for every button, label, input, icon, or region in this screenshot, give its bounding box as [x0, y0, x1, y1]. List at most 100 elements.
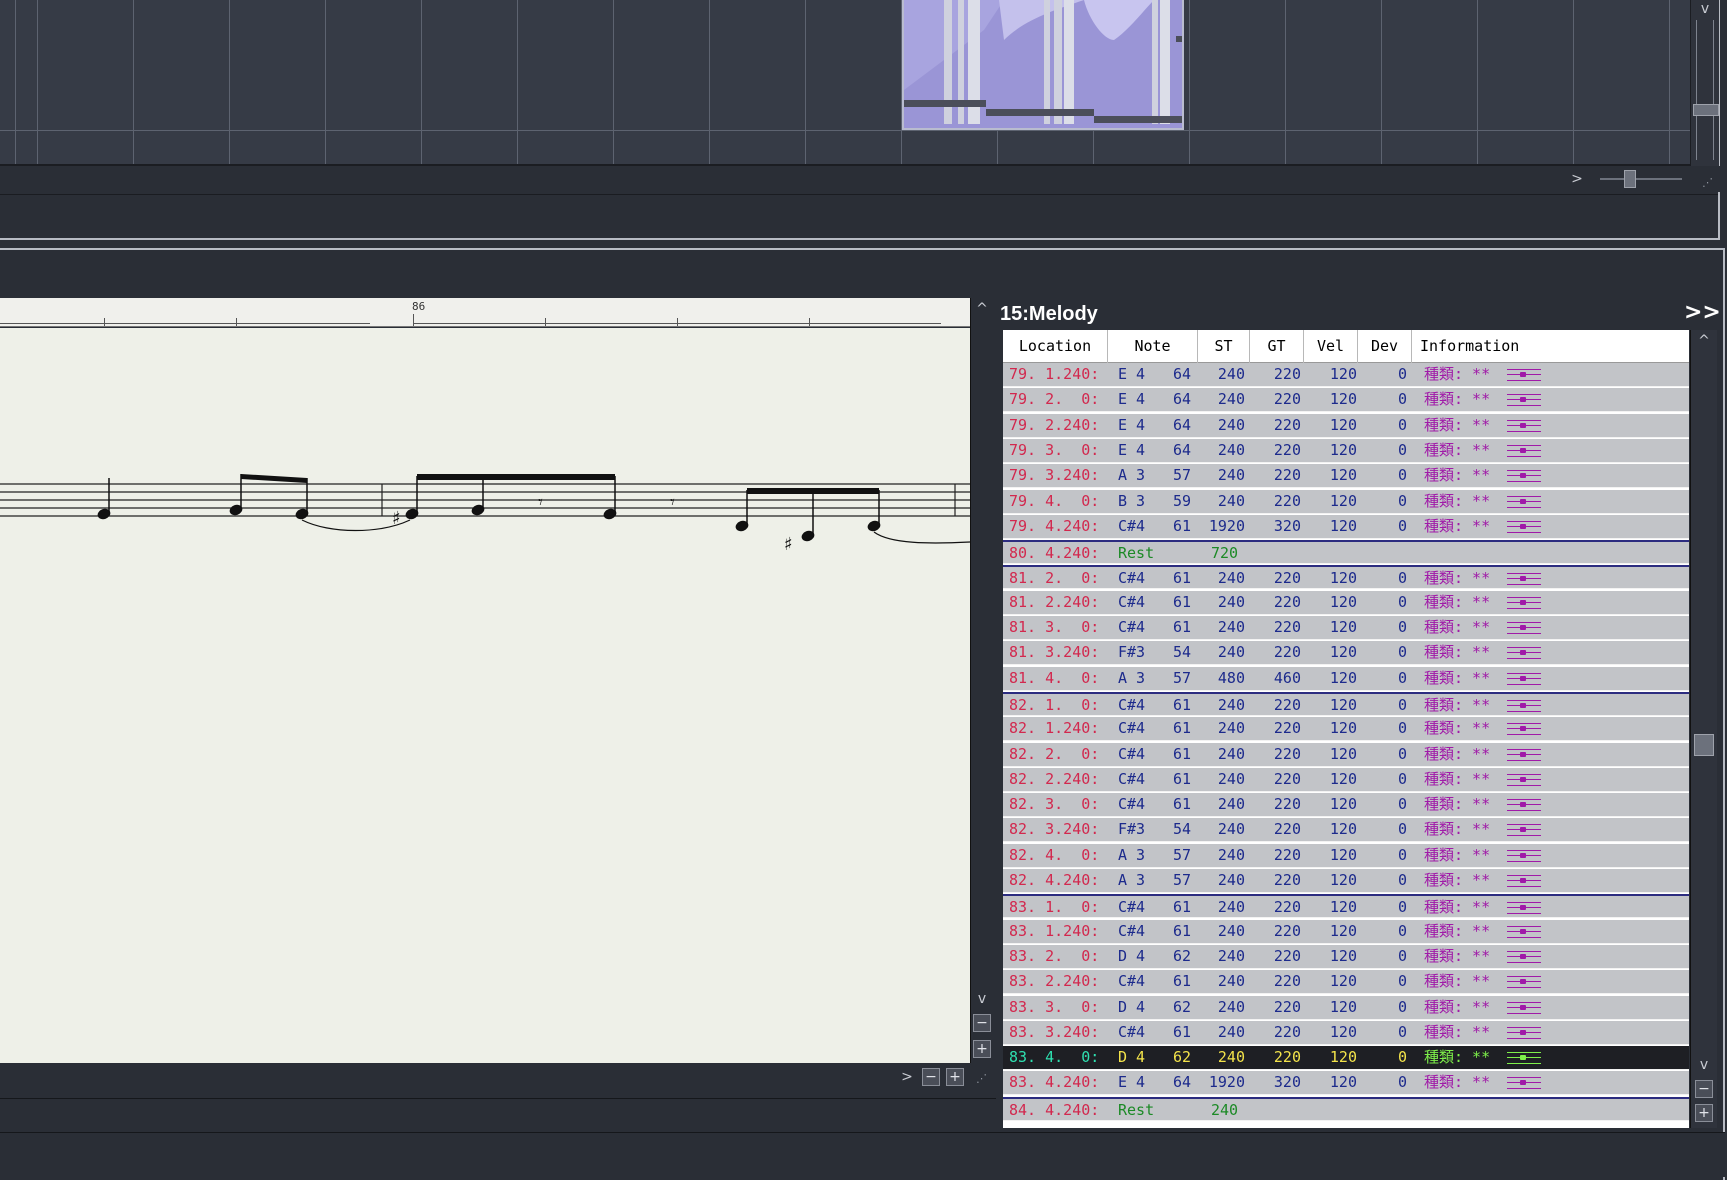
- event-gate-time[interactable]: 220: [1251, 996, 1301, 1020]
- event-note-name[interactable]: A 3: [1118, 667, 1152, 691]
- event-note-name[interactable]: B 3: [1118, 490, 1152, 514]
- slider-icon[interactable]: [1507, 494, 1541, 510]
- event-information[interactable]: 種類: **: [1424, 970, 1490, 994]
- event-location[interactable]: 82. 1. 0:: [1009, 694, 1101, 718]
- event-note-name[interactable]: F#3: [1118, 641, 1152, 665]
- event-note-number[interactable]: 61: [1153, 717, 1191, 741]
- event-row[interactable]: 81. 2. 0: C#4 61 240 220 120 0 種類: **: [1003, 565, 1689, 589]
- event-location[interactable]: 83. 2. 0:: [1009, 945, 1101, 969]
- event-row[interactable]: 79. 3. 0: E 4 64 240 220 120 0 種類: **: [1003, 439, 1689, 463]
- event-list-vertical-scrollbar[interactable]: ^ v − +: [1690, 330, 1717, 1128]
- event-location[interactable]: 79. 2.240:: [1009, 414, 1101, 438]
- event-row[interactable]: 83. 2. 0: D 4 62 240 220 120 0 種類: **: [1003, 945, 1689, 969]
- event-note-name[interactable]: C#4: [1118, 567, 1152, 591]
- event-note-number[interactable]: 64: [1153, 414, 1191, 438]
- event-deviation[interactable]: 0: [1361, 591, 1407, 615]
- event-velocity[interactable]: 120: [1303, 717, 1357, 741]
- event-gate-time[interactable]: 220: [1251, 717, 1301, 741]
- slider-icon[interactable]: [1507, 645, 1541, 661]
- slider-icon[interactable]: [1507, 392, 1541, 408]
- event-deviation[interactable]: 0: [1361, 641, 1407, 665]
- event-information[interactable]: 種類: **: [1424, 1046, 1490, 1070]
- event-note-number[interactable]: 61: [1153, 515, 1191, 539]
- scroll-down-icon[interactable]: v: [1695, 1056, 1713, 1074]
- resize-grip-icon[interactable]: ⋰: [976, 1072, 987, 1085]
- event-note-number[interactable]: 61: [1153, 768, 1191, 792]
- slider-icon[interactable]: [1507, 822, 1541, 838]
- event-deviation[interactable]: 0: [1361, 439, 1407, 463]
- event-note-name[interactable]: D 4: [1118, 996, 1152, 1020]
- event-note-name[interactable]: D 4: [1118, 945, 1152, 969]
- event-information[interactable]: 種類: **: [1424, 388, 1490, 412]
- event-deviation[interactable]: 0: [1361, 970, 1407, 994]
- vertical-zoom-out-button[interactable]: −: [973, 1014, 991, 1032]
- event-note-name[interactable]: A 3: [1118, 844, 1152, 868]
- arrange-hzoom-track[interactable]: [1600, 178, 1682, 180]
- event-deviation[interactable]: 0: [1361, 694, 1407, 718]
- scroll-down-icon[interactable]: v: [1696, 0, 1714, 18]
- event-step-time[interactable]: 1920: [1195, 515, 1245, 539]
- event-information[interactable]: 種類: **: [1424, 743, 1490, 767]
- event-note-number[interactable]: 61: [1153, 694, 1191, 718]
- event-information[interactable]: 種類: **: [1424, 591, 1490, 615]
- arrange-zoom-track[interactable]: [1696, 20, 1714, 160]
- event-note-name[interactable]: C#4: [1118, 970, 1152, 994]
- event-step-time[interactable]: 240: [1195, 920, 1245, 944]
- event-gate-time[interactable]: 220: [1251, 591, 1301, 615]
- event-list-rows[interactable]: 79. 1.240: E 4 64 240 220 120 0 種類: ** 79. 2. 0:…: [1003, 363, 1689, 1128]
- event-velocity[interactable]: 120: [1303, 667, 1357, 691]
- event-row[interactable]: 79. 1.240: E 4 64 240 220 120 0 種類: **: [1003, 363, 1689, 387]
- event-gate-time[interactable]: 220: [1251, 490, 1301, 514]
- event-note-number[interactable]: 57: [1153, 869, 1191, 893]
- slider-icon[interactable]: [1507, 571, 1541, 587]
- event-information[interactable]: 種類: **: [1424, 567, 1490, 591]
- event-note-name[interactable]: D 4: [1118, 1046, 1152, 1070]
- event-location[interactable]: 82. 3.240:: [1009, 818, 1101, 842]
- event-note-number[interactable]: 64: [1153, 388, 1191, 412]
- event-step-time[interactable]: 240: [1195, 768, 1245, 792]
- event-row[interactable]: 82. 2. 0: C#4 61 240 220 120 0 種類: **: [1003, 743, 1689, 767]
- event-row[interactable]: 79. 3.240: A 3 57 240 220 120 0 種類: **: [1003, 464, 1689, 488]
- event-step-time[interactable]: 240: [1195, 844, 1245, 868]
- event-velocity[interactable]: 120: [1303, 490, 1357, 514]
- event-note-number[interactable]: 61: [1153, 970, 1191, 994]
- arrange-grid[interactable]: [0, 0, 1690, 166]
- event-gate-time[interactable]: 220: [1251, 641, 1301, 665]
- event-note-name[interactable]: E 4: [1118, 388, 1152, 412]
- event-location[interactable]: 82. 2.240:: [1009, 768, 1101, 792]
- event-gate-time[interactable]: 220: [1251, 616, 1301, 640]
- event-note-number[interactable]: 59: [1153, 490, 1191, 514]
- event-velocity[interactable]: 120: [1303, 896, 1357, 920]
- event-note-name[interactable]: C#4: [1118, 768, 1152, 792]
- event-velocity[interactable]: 120: [1303, 515, 1357, 539]
- slider-icon[interactable]: [1507, 848, 1541, 864]
- event-row[interactable]: 82. 1.240: C#4 61 240 220 120 0 種類: **: [1003, 717, 1689, 741]
- event-velocity[interactable]: 120: [1303, 363, 1357, 387]
- event-note-number[interactable]: 61: [1153, 591, 1191, 615]
- slider-icon[interactable]: [1507, 1075, 1541, 1091]
- event-deviation[interactable]: 0: [1361, 667, 1407, 691]
- scroll-right-icon[interactable]: >: [898, 1068, 916, 1086]
- event-note-number[interactable]: 61: [1153, 616, 1191, 640]
- event-note-number[interactable]: 64: [1153, 1071, 1191, 1095]
- slider-icon[interactable]: [1507, 797, 1541, 813]
- column-header-note[interactable]: Note: [1108, 330, 1198, 363]
- event-information[interactable]: 種類: **: [1424, 414, 1490, 438]
- event-deviation[interactable]: 0: [1361, 567, 1407, 591]
- event-information[interactable]: 種類: **: [1424, 1071, 1490, 1095]
- event-deviation[interactable]: 0: [1361, 490, 1407, 514]
- event-deviation[interactable]: 0: [1361, 869, 1407, 893]
- slider-icon[interactable]: [1507, 443, 1541, 459]
- event-row[interactable]: 83. 3.240: C#4 61 240 220 120 0 種類: **: [1003, 1021, 1689, 1045]
- event-row[interactable]: 81. 3.240: F#3 54 240 220 120 0 種類: **: [1003, 641, 1689, 665]
- event-row[interactable]: 79. 2. 0: E 4 64 240 220 120 0 種類: **: [1003, 388, 1689, 412]
- event-row-current[interactable]: 83. 4. 0: D 4 62 240 220 120 0 種類: **: [1003, 1046, 1689, 1070]
- event-deviation[interactable]: 0: [1361, 1046, 1407, 1070]
- event-information[interactable]: 種類: **: [1424, 896, 1490, 920]
- event-deviation[interactable]: 0: [1361, 945, 1407, 969]
- event-step-time[interactable]: 240: [1195, 414, 1245, 438]
- event-step-time[interactable]: 240: [1195, 896, 1245, 920]
- event-gate-time[interactable]: 220: [1251, 439, 1301, 463]
- event-note-number[interactable]: 54: [1153, 818, 1191, 842]
- event-location[interactable]: 83. 1. 0:: [1009, 896, 1101, 920]
